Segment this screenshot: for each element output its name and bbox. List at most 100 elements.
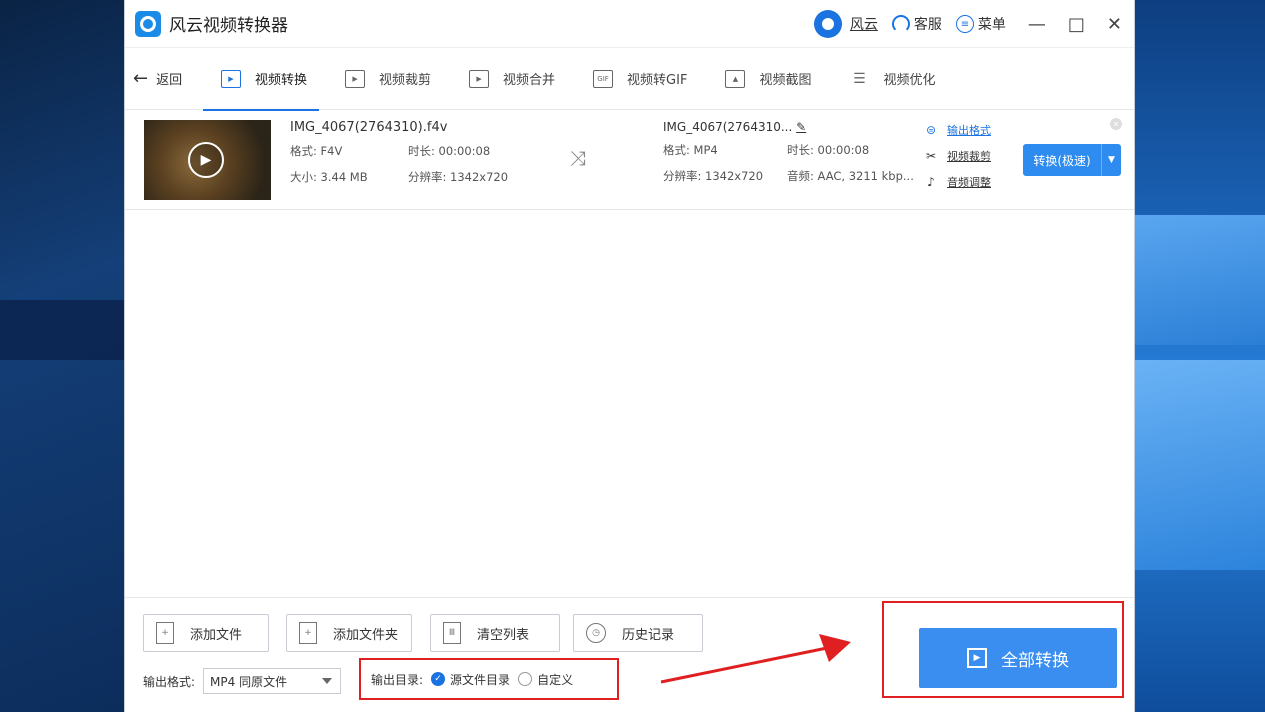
tab-video-merge[interactable]: ▶ 视频合并 bbox=[469, 48, 555, 110]
convert-all-label: 全部转换 bbox=[1001, 650, 1069, 671]
radio-source-dir[interactable]: ✓ 源文件目录 bbox=[431, 671, 510, 688]
output-audio: 音频: AAC, 3211 kbp... bbox=[787, 169, 914, 183]
radio-source-label: 源文件目录 bbox=[450, 672, 511, 687]
source-filename: IMG_4067(2764310).f4v bbox=[290, 120, 448, 135]
desktop-background-right bbox=[1135, 0, 1265, 712]
tab-label: 视频截图 bbox=[759, 73, 812, 88]
tab-label: 视频优化 bbox=[883, 73, 936, 88]
output-dir-label: 输出目录: bbox=[371, 672, 424, 687]
headset-icon bbox=[891, 15, 910, 33]
file-row: ▶ IMG_4067(2764310).f4v 格式: F4V 时长: 00:0… bbox=[125, 110, 1134, 210]
format-link-label: 输出格式 bbox=[947, 124, 991, 137]
add-file-icon: + bbox=[156, 622, 174, 644]
tab-label: 视频转换 bbox=[255, 73, 308, 88]
brand-label: 风云 bbox=[849, 17, 878, 33]
convert-button[interactable]: 转换(极速) bbox=[1023, 144, 1101, 176]
output-info: IMG_4067(2764310... ✎ 格式: MP4 时长: 00:00:… bbox=[663, 120, 923, 184]
source-size: 大小: 3.44 MB bbox=[290, 170, 368, 184]
add-folder-icon: + bbox=[299, 622, 317, 644]
maximize-button[interactable]: □ bbox=[1068, 14, 1085, 35]
radio-custom-dir[interactable]: 自定义 bbox=[518, 671, 573, 688]
output-format: 格式: MP4 bbox=[663, 143, 718, 157]
back-button[interactable]: ← 返回 bbox=[133, 68, 221, 89]
output-format-link[interactable]: ⊜ 输出格式 bbox=[923, 122, 991, 138]
add-folder-button[interactable]: + 添加文件夹 bbox=[286, 614, 412, 652]
desktop-background-left bbox=[0, 0, 124, 712]
format-icon: ⊜ bbox=[925, 123, 937, 137]
output-filename-row: IMG_4067(2764310... ✎ bbox=[663, 120, 923, 134]
output-dir-group: 输出目录: ✓ 源文件目录 自定义 bbox=[359, 658, 619, 700]
source-duration: 时长: 00:00:08 bbox=[408, 144, 491, 158]
close-button[interactable]: ✕ bbox=[1107, 14, 1122, 35]
tab-video-convert[interactable]: ▶ 视频转换 bbox=[202, 48, 320, 111]
tab-video-gif[interactable]: GIF 视频转GIF bbox=[593, 48, 687, 110]
screenshot-icon: ▲ bbox=[725, 69, 746, 88]
tab-video-crop[interactable]: ▶ 视频裁剪 bbox=[345, 48, 431, 110]
trash-icon: Ⅲ bbox=[443, 622, 461, 644]
clear-list-button[interactable]: Ⅲ 清空列表 bbox=[430, 614, 560, 652]
convert-all-button[interactable]: ▶ 全部转换 bbox=[919, 628, 1117, 688]
tab-label: 视频转GIF bbox=[627, 73, 688, 88]
play-icon: ▶ bbox=[967, 648, 987, 668]
annotation-arrow bbox=[660, 634, 851, 684]
tab-label: 视频合并 bbox=[503, 73, 556, 88]
source-info: IMG_4067(2764310).f4v 格式: F4V 时长: 00:00:… bbox=[290, 120, 570, 185]
crop-link-label: 视频裁剪 bbox=[947, 150, 991, 163]
support-button[interactable]: 客服 bbox=[891, 14, 942, 34]
caret-down-icon bbox=[322, 678, 333, 684]
title-bar: 风云视频转换器 风云 客服 ≡ 菜单 — □ ✕ bbox=[125, 0, 1134, 48]
convert-all-highlight: ▶ 全部转换 bbox=[882, 601, 1124, 698]
menu-icon: ≡ bbox=[955, 15, 974, 33]
back-label: 返回 bbox=[156, 73, 183, 88]
chevron-down-icon[interactable]: ▼ bbox=[1101, 144, 1121, 176]
tab-bar: ← 返回 ▶ 视频转换 ▶ 视频裁剪 ▶ 视频合并 GIF 视频转GIF ▲ 视… bbox=[125, 48, 1134, 111]
arrow-left-icon: ← bbox=[133, 68, 149, 89]
video-thumbnail[interactable]: ▶ bbox=[144, 119, 271, 200]
tab-label: 视频裁剪 bbox=[379, 73, 432, 88]
play-icon[interactable]: ▶ bbox=[188, 141, 224, 178]
tab-video-optimize[interactable]: ☰ 视频优化 bbox=[849, 48, 935, 110]
brand-icon bbox=[813, 10, 842, 38]
add-file-button[interactable]: + 添加文件 bbox=[143, 614, 269, 652]
shuffle-arrow-icon: ⤨ bbox=[570, 146, 586, 170]
radio-custom-label: 自定义 bbox=[537, 672, 574, 687]
scissors-icon: ✂ bbox=[925, 149, 937, 163]
gif-icon: GIF bbox=[593, 69, 614, 88]
clear-list-label: 清空列表 bbox=[477, 627, 530, 643]
output-format-label: 输出格式: bbox=[143, 674, 196, 689]
app-window: 风云视频转换器 风云 客服 ≡ 菜单 — □ ✕ ← 返回 ▶ 视频转换 ▶ 视… bbox=[124, 0, 1135, 712]
output-format-value: MP4 同原文件 bbox=[210, 674, 288, 689]
row-actions: ⊜ 输出格式 ✂ 视频裁剪 ♪ 音频调整 bbox=[923, 122, 991, 200]
radio-empty-icon bbox=[518, 672, 533, 686]
source-resolution: 分辨率: 1342x720 bbox=[408, 170, 509, 184]
minimize-button[interactable]: — bbox=[1028, 14, 1046, 35]
menu-button[interactable]: ≡ 菜单 bbox=[955, 14, 1006, 34]
app-title: 风云视频转换器 bbox=[169, 16, 288, 36]
music-icon: ♪ bbox=[927, 175, 935, 189]
audio-adjust-link[interactable]: ♪ 音频调整 bbox=[923, 174, 991, 190]
output-format-row: 输出格式: MP4 同原文件 bbox=[143, 668, 342, 694]
output-filename: IMG_4067(2764310... bbox=[663, 120, 793, 134]
app-logo-icon bbox=[135, 10, 161, 37]
check-icon: ✓ bbox=[431, 672, 446, 686]
output-format-select[interactable]: MP4 同原文件 bbox=[203, 668, 342, 694]
add-folder-label: 添加文件夹 bbox=[333, 627, 399, 643]
edit-pencil-icon[interactable]: ✎ bbox=[796, 120, 806, 134]
add-file-label: 添加文件 bbox=[190, 627, 243, 643]
remove-file-icon[interactable]: ✕ bbox=[1110, 118, 1122, 130]
tab-video-screenshot[interactable]: ▲ 视频截图 bbox=[725, 48, 811, 110]
video-convert-icon: ▶ bbox=[221, 69, 241, 88]
convert-split-button: 转换(极速) ▼ bbox=[1023, 144, 1121, 176]
clock-icon: ◷ bbox=[586, 623, 606, 643]
source-format: 格式: F4V bbox=[290, 144, 343, 158]
audio-link-label: 音频调整 bbox=[947, 176, 991, 189]
video-crop-icon: ▶ bbox=[345, 69, 366, 88]
output-duration: 时长: 00:00:08 bbox=[787, 143, 870, 157]
video-merge-icon: ▶ bbox=[469, 69, 490, 88]
video-crop-link[interactable]: ✂ 视频裁剪 bbox=[923, 148, 991, 164]
optimize-icon: ☰ bbox=[853, 70, 866, 87]
bottom-panel: + 添加文件 + 添加文件夹 Ⅲ 清空列表 ◷ 历史记录 输出格式: MP4 同… bbox=[125, 597, 1134, 712]
output-resolution: 分辨率: 1342x720 bbox=[663, 169, 764, 183]
support-label: 客服 bbox=[913, 17, 942, 33]
brand-link[interactable]: 风云 bbox=[813, 10, 878, 38]
